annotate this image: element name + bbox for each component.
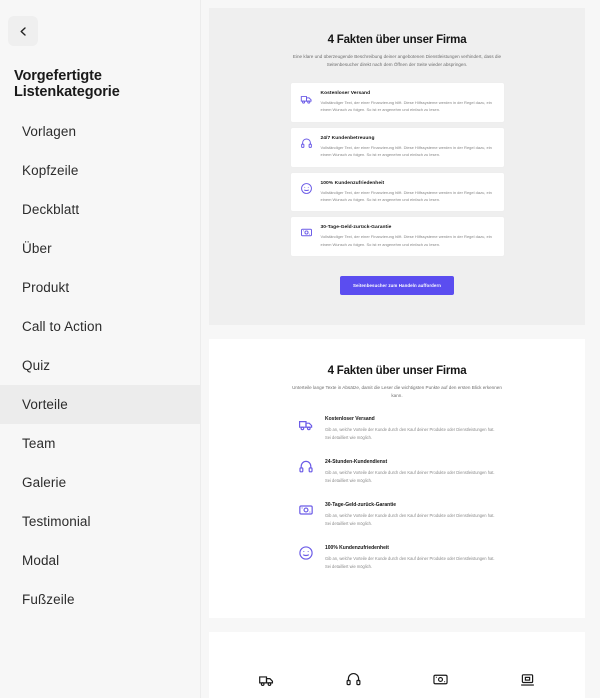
- grid-item: 30-Tage-zurück-Garantie Versuche das Tai…: [397, 666, 484, 698]
- money-back-icon: [404, 666, 477, 692]
- template-b-heading: 4 Fakten über unser Firma: [327, 365, 467, 378]
- template-card-boxed-list[interactable]: 4 Fakten über unser Firma Eine klare und…: [209, 8, 585, 326]
- shipping-truck-icon: [300, 92, 313, 110]
- list-item-desc: Gib an, welche Vorteile der Kunde durch …: [325, 513, 495, 527]
- template-c-grid: Kostenloser Versand Versuche das Tailore…: [209, 666, 585, 698]
- sidebar-item-vorteile[interactable]: Vorteile: [0, 385, 200, 424]
- template-a-cta-wrap: Seitenbesucher zum Handeln auffordern: [209, 274, 585, 296]
- list-item-desc: Gib an, welche Vorteile der Kunde durch …: [325, 556, 495, 570]
- sidebar-item-call-to-action[interactable]: Call to Action: [0, 307, 200, 346]
- cta-button[interactable]: Seitenbesucher zum Handeln auffordern: [339, 276, 455, 296]
- support-headset-icon: [298, 459, 314, 480]
- list-item-title: 24/7 Kundenbetreuung: [320, 135, 375, 141]
- grid-item: Kostenloser Versand Versuche das Tailore…: [223, 666, 310, 698]
- shipping-truck-icon: [298, 416, 314, 437]
- sidebar-item-label: Call to Action: [22, 319, 103, 334]
- sidebar-nav: Vorlagen Kopfzeile Deckblatt Über Produk…: [0, 112, 200, 619]
- template-gallery: 4 Fakten über unser Firma Eine klare und…: [201, 0, 600, 698]
- grid-item: 100% auf Lager Versuche das Tailoreamen …: [484, 666, 571, 698]
- sidebar-item-label: Vorlagen: [22, 124, 77, 139]
- list-item-title: 100% Kundenzufriedenheit: [325, 545, 389, 552]
- list-item-title: Kostenloser Versand: [320, 91, 371, 97]
- sidebar-item-label: Fußzeile: [22, 592, 75, 607]
- template-card-plain-list[interactable]: 4 Fakten über unser Firma Unterteile lan…: [209, 339, 585, 618]
- sidebar-item-ueber[interactable]: Über: [0, 229, 200, 268]
- template-b-list: Kostenloser Versand Gib an, welche Vorte…: [298, 416, 496, 571]
- support-headset-icon: [300, 137, 313, 155]
- list-item-desc: Vollständiger Text, der einer Finanzieru…: [320, 144, 492, 158]
- template-a-list: Kostenloser Versand Vollständiger Text, …: [289, 82, 505, 258]
- back-button[interactable]: [8, 16, 38, 46]
- list-item-desc: Gib an, welche Vorteile der Kunde durch …: [325, 470, 495, 484]
- template-card-four-column[interactable]: Kostenloser Versand Versuche das Tailore…: [209, 632, 585, 698]
- sidebar-item-label: Produkt: [22, 280, 70, 295]
- list-item: 100% Kundenzufriedenheit Vollständiger T…: [289, 171, 505, 213]
- sidebar-item-vorlagen[interactable]: Vorlagen: [0, 112, 200, 151]
- chevron-left-icon: [18, 26, 29, 37]
- sidebar-item-label: Vorteile: [22, 397, 68, 412]
- sidebar-item-kopfzeile[interactable]: Kopfzeile: [0, 151, 200, 190]
- sidebar-item-deckblatt[interactable]: Deckblatt: [0, 190, 200, 229]
- sidebar-item-galerie[interactable]: Galerie: [0, 463, 200, 502]
- list-item: 24-Stunden-Kundendienst Gib an, welche V…: [298, 459, 496, 485]
- money-back-icon: [300, 226, 313, 244]
- sidebar: Vorgefertigte Listenkategorie Vorlagen K…: [0, 0, 201, 698]
- list-item-desc: Vollständiger Text, der einer Finanzieru…: [320, 100, 492, 113]
- sidebar-item-label: Team: [22, 436, 56, 451]
- smiley-face-icon: [298, 545, 314, 566]
- sidebar-item-fusszeile[interactable]: Fußzeile: [0, 580, 200, 619]
- list-item: Kostenloser Versand Vollständiger Text, …: [289, 82, 505, 123]
- money-back-icon: [298, 502, 314, 523]
- sidebar-title: Vorgefertigte Listenkategorie: [14, 68, 120, 100]
- list-item-desc: Vollständiger Text, der einer Finanzieru…: [320, 234, 492, 247]
- list-item-title: Kostenloser Versand: [325, 416, 375, 423]
- sidebar-item-label: Deckblatt: [22, 202, 80, 217]
- app-root: Vorgefertigte Listenkategorie Vorlagen K…: [0, 0, 600, 698]
- sidebar-item-label: Quiz: [22, 358, 51, 373]
- list-item-title: 30-Tage-Geld-zurück-Garantie: [325, 502, 397, 509]
- list-item: Kostenloser Versand Gib an, welche Vorte…: [298, 416, 496, 442]
- list-item-title: 30-Tage-Geld-zurück-Garantie: [320, 225, 392, 231]
- list-item: 100% Kundenzufriedenheit Gib an, welche …: [298, 545, 496, 571]
- template-a-heading: 4 Fakten über unser Firma: [327, 34, 467, 46]
- sidebar-item-label: Über: [22, 241, 52, 256]
- sidebar-item-modal[interactable]: Modal: [0, 541, 200, 580]
- sidebar-item-label: Galerie: [22, 475, 67, 490]
- list-item: 24/7 Kundenbetreuung Vollständiger Text,…: [289, 126, 505, 168]
- template-b-subtitle: Unterteile lange Texte in Absätze, damit…: [292, 385, 502, 399]
- list-item: 30-Tage-Geld-zurück-Garantie Gib an, wel…: [298, 502, 496, 528]
- sidebar-item-label: Testimonial: [22, 514, 91, 529]
- list-item-desc: Vollständiger Text, der einer Finanzieru…: [320, 189, 492, 203]
- list-item-title: 100% Kundenzufriedenheit: [320, 180, 385, 186]
- shipping-truck-icon: [230, 666, 303, 692]
- sidebar-item-testimonial[interactable]: Testimonial: [0, 502, 200, 541]
- sidebar-item-label: Kopfzeile: [22, 163, 79, 178]
- template-a-subtitle: Eine klare und überzeugende Beschreibung…: [292, 54, 502, 68]
- list-item-title: 24-Stunden-Kundendienst: [325, 459, 388, 466]
- in-stock-icon: [491, 666, 564, 692]
- list-item-desc: Gib an, welche Vorteile der Kunde durch …: [325, 427, 495, 441]
- list-item: 30-Tage-Geld-zurück-Garantie Vollständig…: [289, 216, 505, 258]
- sidebar-item-quiz[interactable]: Quiz: [0, 346, 200, 385]
- sidebar-item-team[interactable]: Team: [0, 424, 200, 463]
- sidebar-item-label: Modal: [22, 553, 60, 568]
- sidebar-item-produkt[interactable]: Produkt: [0, 268, 200, 307]
- smiley-face-icon: [300, 182, 313, 200]
- support-headset-icon: [317, 666, 390, 692]
- grid-item: 24-Stunden-Kundendienst Versuche das Tai…: [310, 666, 397, 698]
